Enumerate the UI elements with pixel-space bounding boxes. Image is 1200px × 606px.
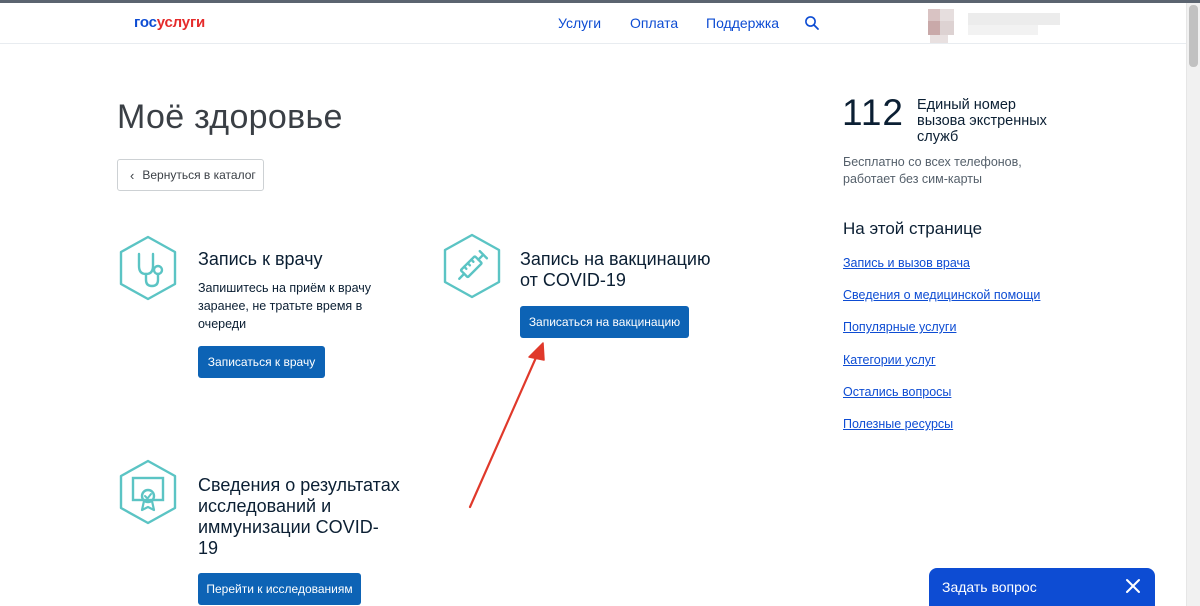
- back-button-label: Вернуться в каталог: [142, 168, 256, 182]
- toc-link-questions[interactable]: Остались вопросы: [843, 385, 951, 399]
- page-title: Моё здоровье: [117, 98, 343, 136]
- toc-link-medical-info[interactable]: Сведения о медицинской помощи: [843, 288, 1040, 302]
- user-profile-blurred[interactable]: [912, 3, 1066, 44]
- go-to-results-button[interactable]: Перейти к исследованиям: [198, 573, 361, 605]
- scrollbar-thumb[interactable]: [1189, 5, 1198, 67]
- stethoscope-icon: [119, 235, 177, 301]
- toc-link-appointments[interactable]: Запись и вызов врача: [843, 256, 970, 270]
- chevron-left-icon: ‹: [130, 167, 135, 183]
- certificate-icon: [119, 459, 177, 525]
- nav-services[interactable]: Услуги: [558, 15, 601, 31]
- toc-link-categories[interactable]: Категории услуг: [843, 353, 936, 367]
- gosuslugi-logo[interactable]: госуслуги: [134, 14, 205, 31]
- close-icon[interactable]: [1124, 577, 1142, 595]
- emergency-description: Единый номер вызова экстренных служб: [917, 97, 1047, 145]
- toc-title: На этой странице: [843, 219, 983, 238]
- nav-support[interactable]: Поддержка: [706, 15, 779, 31]
- page-scrollbar[interactable]: [1186, 3, 1200, 606]
- annotation-arrow: [468, 342, 545, 509]
- ask-question-label: Задать вопрос: [942, 579, 1037, 595]
- card-doctor-title: Запись к врачу: [198, 249, 323, 269]
- back-to-catalog-button[interactable]: ‹ Вернуться в каталог: [117, 159, 264, 191]
- site-header: госуслуги Услуги Оплата Поддержка: [0, 3, 1186, 44]
- search-icon[interactable]: [804, 15, 820, 31]
- card-vaccination-title: Запись на вакцинацию от COVID-19: [520, 249, 711, 290]
- toc-link-resources[interactable]: Полезные ресурсы: [843, 417, 953, 431]
- book-doctor-button[interactable]: Записаться к врачу: [198, 346, 325, 378]
- card-doctor-text: Запишитесь на приём к врачу заранее, не …: [198, 281, 372, 331]
- ask-question-widget[interactable]: Задать вопрос: [929, 568, 1155, 606]
- nav-payment[interactable]: Оплата: [630, 15, 678, 31]
- book-vaccination-button[interactable]: Записаться на вакцинацию: [520, 306, 689, 338]
- syringe-icon: [443, 233, 501, 299]
- toc-link-popular-services[interactable]: Популярные услуги: [843, 320, 956, 334]
- emergency-note: Бесплатно со всех телефонов, работает бе…: [843, 155, 1022, 186]
- card-results-title: Сведения о результатах исследований и им…: [198, 475, 400, 558]
- emergency-number: 112: [842, 92, 904, 133]
